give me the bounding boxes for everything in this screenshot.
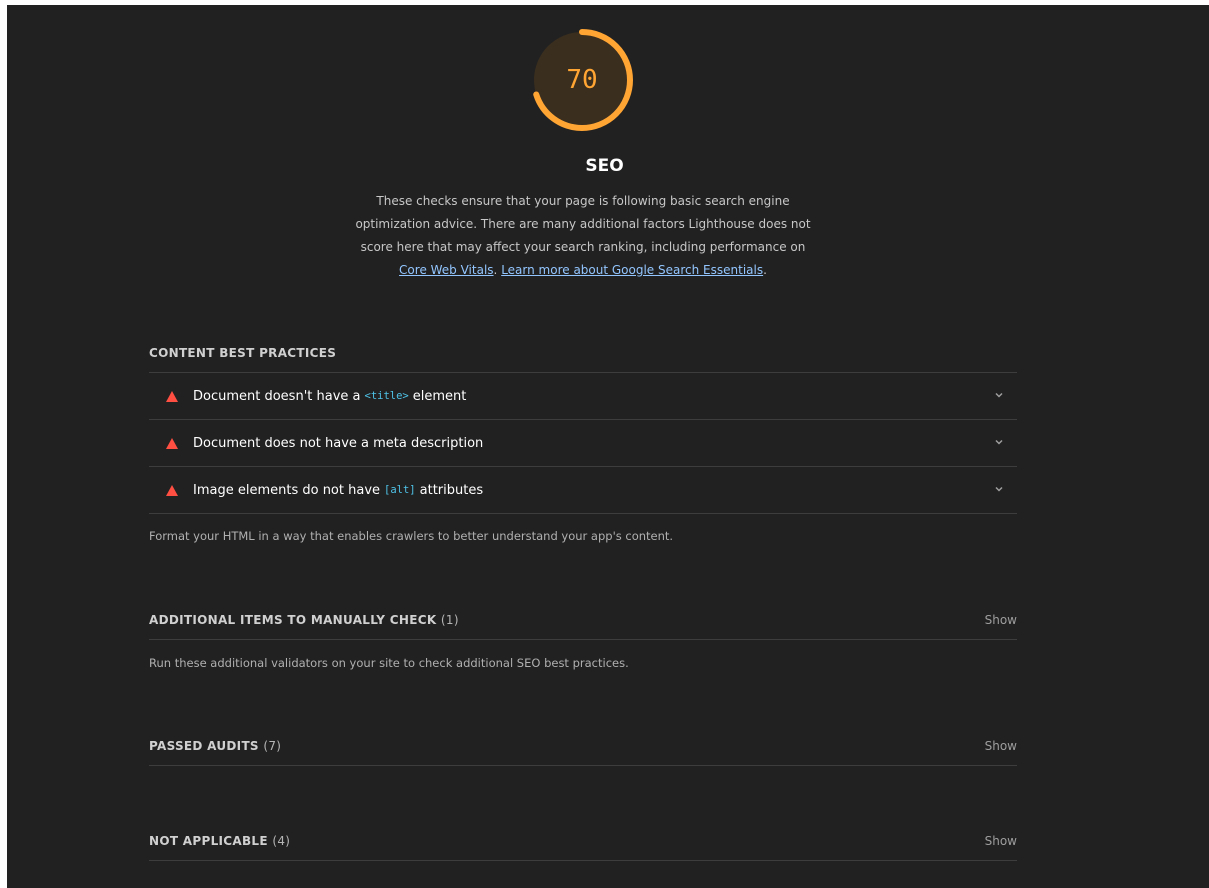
group-title: ADDITIONAL ITEMS TO MANUALLY CHECK [149, 613, 437, 627]
group-count: (4) [272, 834, 291, 848]
audit-image-alt[interactable]: Image elements do not have [alt] attribu… [149, 467, 1017, 513]
category-description: These checks ensure that your page is fo… [335, 190, 831, 282]
show-button[interactable]: Show [985, 834, 1017, 848]
category-title: SEO [585, 156, 624, 176]
show-button[interactable]: Show [985, 739, 1017, 753]
group-title: CONTENT BEST PRACTICES [149, 346, 337, 360]
description-links: Core Web Vitals. Learn more about Google… [335, 259, 831, 282]
group-title-passed-audits[interactable]: PASSED AUDITS (7) Show [149, 739, 1017, 753]
divider [149, 765, 1017, 766]
divider [149, 639, 1017, 640]
audit-title-text: element [412, 388, 467, 404]
show-button[interactable]: Show [985, 613, 1017, 627]
fail-triangle-icon [166, 390, 178, 402]
score-gauge: 70 [527, 25, 637, 135]
group-description: Run these additional validators on your … [149, 656, 629, 670]
description-line: optimization advice. There are many addi… [355, 217, 811, 231]
audit-document-title[interactable]: Document doesn't have a <title> element [149, 373, 1017, 419]
search-essentials-link[interactable]: Learn more about Google Search Essential… [501, 263, 763, 277]
audit-code: <title> [364, 390, 409, 402]
group-count: (7) [263, 739, 282, 753]
group-title: NOT APPLICABLE [149, 834, 268, 848]
chevron-down-icon[interactable] [993, 389, 1005, 401]
fail-triangle-icon [166, 437, 178, 449]
score-value: 70 [566, 65, 598, 95]
audit-title-text: Document does not have a meta descriptio… [193, 435, 484, 451]
description-end: . [763, 263, 767, 277]
audit-title-text: Image elements do not have [193, 482, 381, 498]
group-title-manual-checks[interactable]: ADDITIONAL ITEMS TO MANUALLY CHECK (1) S… [149, 613, 1017, 627]
fail-triangle-icon [166, 484, 178, 496]
divider [149, 860, 1017, 861]
group-count: (1) [440, 613, 459, 627]
group-description: Format your HTML in a way that enables c… [149, 529, 674, 543]
description-line: These checks ensure that your page is fo… [376, 194, 790, 208]
group-title-not-applicable[interactable]: NOT APPLICABLE (4) Show [149, 834, 1017, 848]
divider [149, 513, 1017, 514]
audit-title-text: attributes [419, 482, 484, 498]
description-line: score here that may affect your search r… [360, 240, 806, 254]
chevron-down-icon[interactable] [993, 436, 1005, 448]
audit-code: [alt] [384, 484, 416, 496]
audit-title-text: Document doesn't have a [193, 388, 361, 404]
chevron-down-icon[interactable] [993, 483, 1005, 495]
audit-meta-description[interactable]: Document does not have a meta descriptio… [149, 420, 1017, 466]
group-title-content-best-practices: CONTENT BEST PRACTICES [149, 346, 1017, 360]
core-web-vitals-link[interactable]: Core Web Vitals [399, 263, 494, 277]
group-title: PASSED AUDITS [149, 739, 259, 753]
